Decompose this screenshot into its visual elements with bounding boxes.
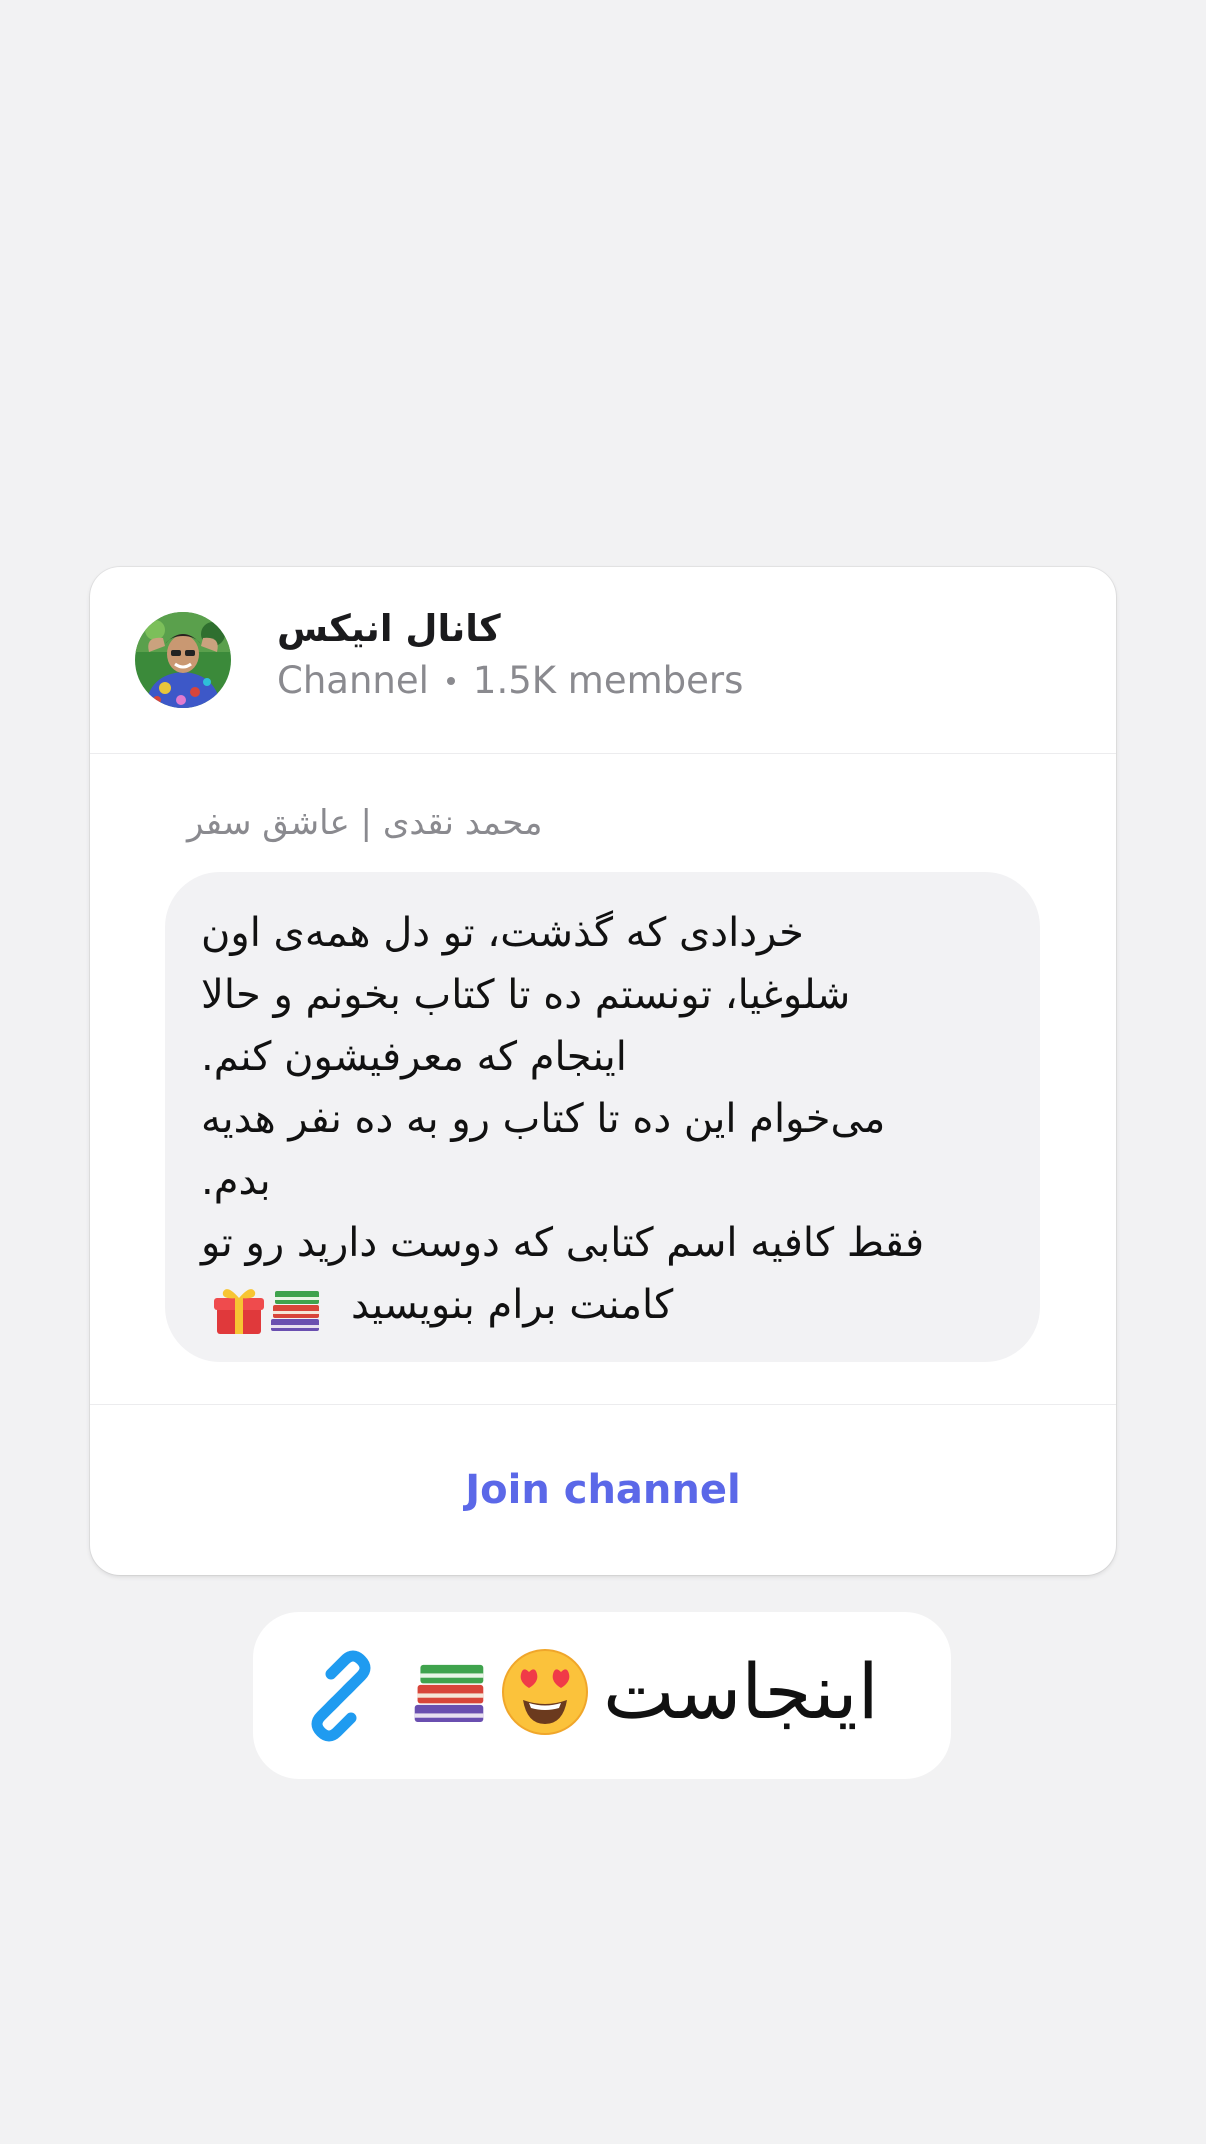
separator-dot — [446, 676, 455, 685]
message-line: بدم. — [201, 1158, 271, 1204]
message-line: فقط کافیه اسم کتابی که دوست دارید رو تو — [201, 1220, 925, 1266]
link-icon — [311, 1650, 371, 1742]
avatar-photo — [135, 612, 231, 708]
message-bubble: خردادی که گذشت، تو دل همه‌ی اون شلوغیا، … — [165, 872, 1040, 1362]
channel-meta: Channel 1.5K members — [277, 659, 743, 702]
books-icon — [271, 1291, 319, 1331]
message-line: می‌خوام این ده تا کتاب رو به ده نفر هدیه — [201, 1096, 886, 1142]
message-line: خردادی که گذشت، تو دل همه‌ی اون — [201, 910, 804, 956]
gift-icon — [214, 1289, 264, 1334]
channel-members-count: 1.5K members — [472, 659, 744, 702]
message-text: خردادی که گذشت، تو دل همه‌ی اون شلوغیا، … — [201, 902, 1001, 1336]
sticker-text: اینجاست — [603, 1647, 879, 1736]
post-author: محمد نقدی | عاشق سفر — [187, 803, 543, 843]
heart-eyes-icon — [502, 1649, 588, 1735]
channel-type-label: Channel — [277, 659, 429, 702]
message-line: اینجام که معرفیشون کنم. — [201, 1034, 627, 1080]
channel-avatar — [135, 612, 231, 708]
channel-header[interactable]: کانال انیکس Channel 1.5K members — [90, 567, 1116, 754]
link-sticker[interactable]: اینجاست — [253, 1612, 951, 1779]
channel-name: کانال انیکس — [277, 607, 501, 650]
message-line: کامنت برام بنویسید — [351, 1282, 674, 1328]
books-icon — [414, 1664, 484, 1722]
join-channel-button[interactable]: Join channel — [90, 1405, 1116, 1575]
channel-preview-card: کانال انیکس Channel 1.5K members محمد نق… — [90, 567, 1116, 1575]
message-line: شلوغیا، تونستم ده تا کتاب بخونم و حالا — [201, 972, 851, 1018]
